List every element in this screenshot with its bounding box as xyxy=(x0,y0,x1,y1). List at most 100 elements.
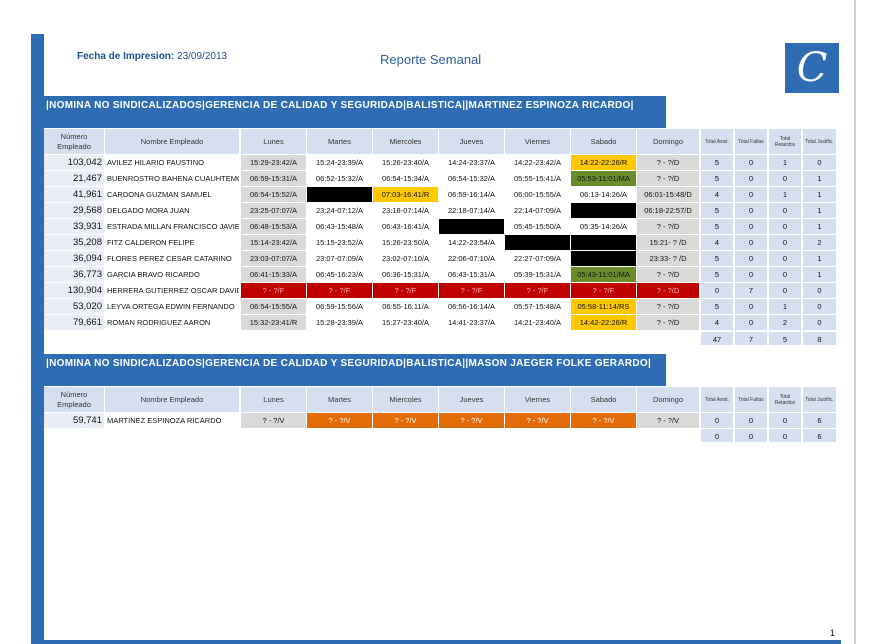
row-total: 0 xyxy=(735,413,767,428)
row-total: 0 xyxy=(803,315,836,330)
employee-number: 21,467 xyxy=(44,171,104,186)
row-total: 0 xyxy=(701,413,733,428)
attendance-cell: 14:24-23:37/A xyxy=(439,155,504,170)
attendance-cell: 06:54-15:52/A xyxy=(241,187,306,202)
section-total: 0 xyxy=(769,429,801,442)
col-header-day: Martes xyxy=(307,387,372,412)
attendance-cell: ? - ?/F xyxy=(241,283,306,298)
attendance-cell: 15:29-23:42/A xyxy=(241,155,306,170)
attendance-cell: 15:26-23:40/A xyxy=(373,155,438,170)
col-header-day: Domingo xyxy=(637,387,699,412)
employee-name: CARDONA GUZMAN SAMUEL xyxy=(105,187,239,202)
row-total: 1 xyxy=(769,187,801,202)
attendance-cell: 23:07-07:09/A xyxy=(307,251,372,266)
col-header-total: Total Asist. xyxy=(701,129,733,154)
employee-name: HERRERA GUTIERREZ OSCAR DAVID xyxy=(105,283,239,298)
row-total: 5 xyxy=(701,155,733,170)
attendance-cell: 06:43-15:31/A xyxy=(439,267,504,282)
attendance-cell: ? - ?/V xyxy=(571,413,636,428)
attendance-cell: 06:36-15:31/A xyxy=(373,267,438,282)
attendance-cell: ? - ?/V xyxy=(505,413,570,428)
row-total: 0 xyxy=(735,171,767,186)
col-header-name: Nombre Empleado xyxy=(105,387,239,412)
attendance-cell xyxy=(571,251,636,266)
row-total: 0 xyxy=(769,171,801,186)
row-total: 0 xyxy=(735,219,767,234)
employee-name: BUENROSTRO BAHENA CUAUHTEMO xyxy=(105,171,239,186)
employee-name: DELGADO MORA JUAN xyxy=(105,203,239,218)
section-total: 0 xyxy=(701,429,733,442)
row-total: 1 xyxy=(803,219,836,234)
employee-number: 41,961 xyxy=(44,187,104,202)
row-total: 4 xyxy=(701,235,733,250)
col-header-num: Número Empleado xyxy=(44,129,104,154)
col-header-day: Sabado xyxy=(571,387,636,412)
attendance-cell: 06:59-15:56/A xyxy=(307,299,372,314)
attendance-cell: 05:39-15:31/A xyxy=(505,267,570,282)
section-header: |NOMINA NO SINDICALIZADOS|GERENCIA DE CA… xyxy=(44,96,666,128)
row-total: 2 xyxy=(769,315,801,330)
col-header-num: Número Empleado xyxy=(44,387,104,412)
col-header-day: Miercoles xyxy=(373,387,438,412)
row-total: 1 xyxy=(803,187,836,202)
attendance-cell: 23:18-07:14/A xyxy=(373,203,438,218)
row-total: 0 xyxy=(735,235,767,250)
row-total: 0 xyxy=(769,235,801,250)
col-header-day: Miercoles xyxy=(373,129,438,154)
row-total: 0 xyxy=(735,299,767,314)
col-header-day: Jueves xyxy=(439,387,504,412)
attendance-cell: 15:27-23:40/A xyxy=(373,315,438,330)
col-header-total: Total Faltas xyxy=(735,387,767,412)
row-total: 0 xyxy=(701,283,733,298)
print-date-label: Fecha de Impresion: xyxy=(77,51,175,62)
attendance-cell: 22:27-07:09/A xyxy=(505,251,570,266)
attendance-cell: ? - ?/V xyxy=(241,413,306,428)
attendance-cell: 15:32-23:41/R xyxy=(241,315,306,330)
col-header-day: Martes xyxy=(307,129,372,154)
col-header-total: Total Retardos xyxy=(769,129,801,154)
employee-name: GARCIA BRAVO RICARDO xyxy=(105,267,239,282)
attendance-cell: 05:45-15:50/A xyxy=(505,219,570,234)
employee-name: ESTRADA MILLAN FRANCISCO JAVIE xyxy=(105,219,239,234)
employee-name: ROMAN RODRIGUEZ AARON xyxy=(105,315,239,330)
attendance-cell: ? - ?/F xyxy=(439,283,504,298)
attendance-cell: 15:21- ? /D xyxy=(637,235,699,250)
attendance-cell: ? - ?/D xyxy=(637,155,699,170)
print-date-value: 23/09/2013 xyxy=(177,51,228,62)
page-number: 1 xyxy=(830,628,836,638)
col-header-name: Nombre Empleado xyxy=(105,129,239,154)
attendance-cell: ? - ?/D xyxy=(637,219,699,234)
attendance-cell: ? - ?/D xyxy=(637,171,699,186)
attendance-cell: 06:52-15:32/A xyxy=(307,171,372,186)
row-total: 0 xyxy=(769,413,801,428)
employee-name: MARTINEZ ESPINOZA RICARDO xyxy=(105,413,239,428)
attendance-cell: ? - ?/V xyxy=(373,413,438,428)
attendance-cell: ? - ?/F xyxy=(571,283,636,298)
row-total: 0 xyxy=(735,203,767,218)
attendance-cell: 15:24-23:39/A xyxy=(307,155,372,170)
company-logo-icon: C xyxy=(785,43,839,93)
row-total: 0 xyxy=(769,283,801,298)
col-header-total: Total Asist. xyxy=(701,387,733,412)
col-header-day: Sabado xyxy=(571,129,636,154)
col-header-total: Total Faltas xyxy=(735,129,767,154)
row-total: 4 xyxy=(701,187,733,202)
attendance-cell: 06:43-15:48/A xyxy=(307,219,372,234)
row-total: 1 xyxy=(803,203,836,218)
section-total: 6 xyxy=(803,429,836,442)
attendance-cell: 06:18-22:57/D xyxy=(637,203,699,218)
attendance-cell: 14:22-23:54/A xyxy=(439,235,504,250)
row-total: 4 xyxy=(701,315,733,330)
section-total: 0 xyxy=(735,429,767,442)
row-total: 0 xyxy=(769,251,801,266)
row-total: 1 xyxy=(803,251,836,266)
attendance-cell: 23:33- ? /D xyxy=(637,251,699,266)
row-total: 7 xyxy=(735,283,767,298)
attendance-cell: 14:41-23:37/A xyxy=(439,315,504,330)
section-total: 7 xyxy=(735,332,767,345)
row-total: 0 xyxy=(735,155,767,170)
attendance-cell: 23:03-07:07/A xyxy=(241,251,306,266)
col-header-day: Lunes xyxy=(241,387,306,412)
attendance-cell: 05:35-14:26/A xyxy=(571,219,636,234)
attendance-cell: 06:54-15:55/A xyxy=(241,299,306,314)
